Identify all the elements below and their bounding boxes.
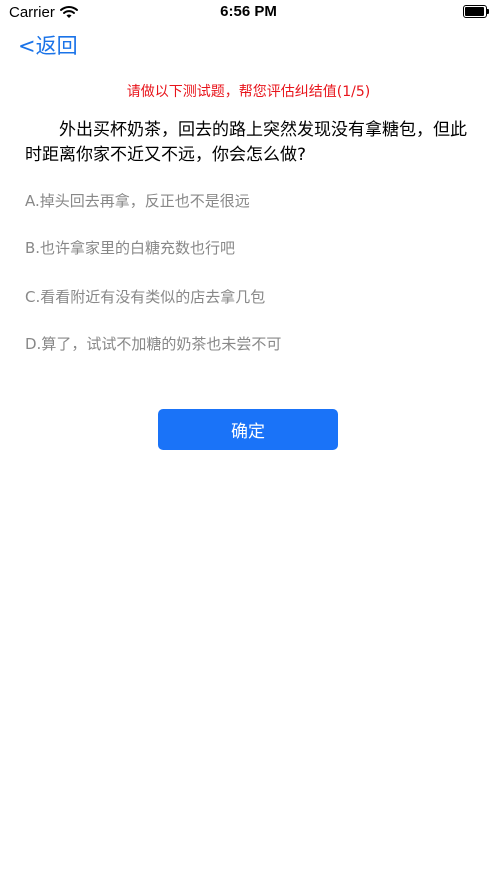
back-button[interactable]: <返回 [18,30,78,60]
confirm-button[interactable]: 确定 [158,409,338,450]
test-notice: 请做以下测试题，帮您评估纠结值(1/5) [126,84,371,100]
battery-icon [463,5,489,18]
question-text: 外出买杯奶茶，回去的路上突然发现没有拿糖包，但此时距离你家不近又不远，你会怎么做… [25,120,467,165]
option-a[interactable]: A.掉头回去再拿，反正也不是很远 [25,190,250,211]
status-bar: Carrier 6:56 PM [0,0,497,26]
option-d[interactable]: D.算了，试试不加糖的奶茶也未尝不可 [25,333,281,354]
status-time: 6:56 PM [220,3,277,20]
option-b[interactable]: B.也许拿家里的白糖充数也行吧 [25,237,235,258]
option-c[interactable]: C.看看附近有没有类似的店去拿几包 [25,286,265,307]
